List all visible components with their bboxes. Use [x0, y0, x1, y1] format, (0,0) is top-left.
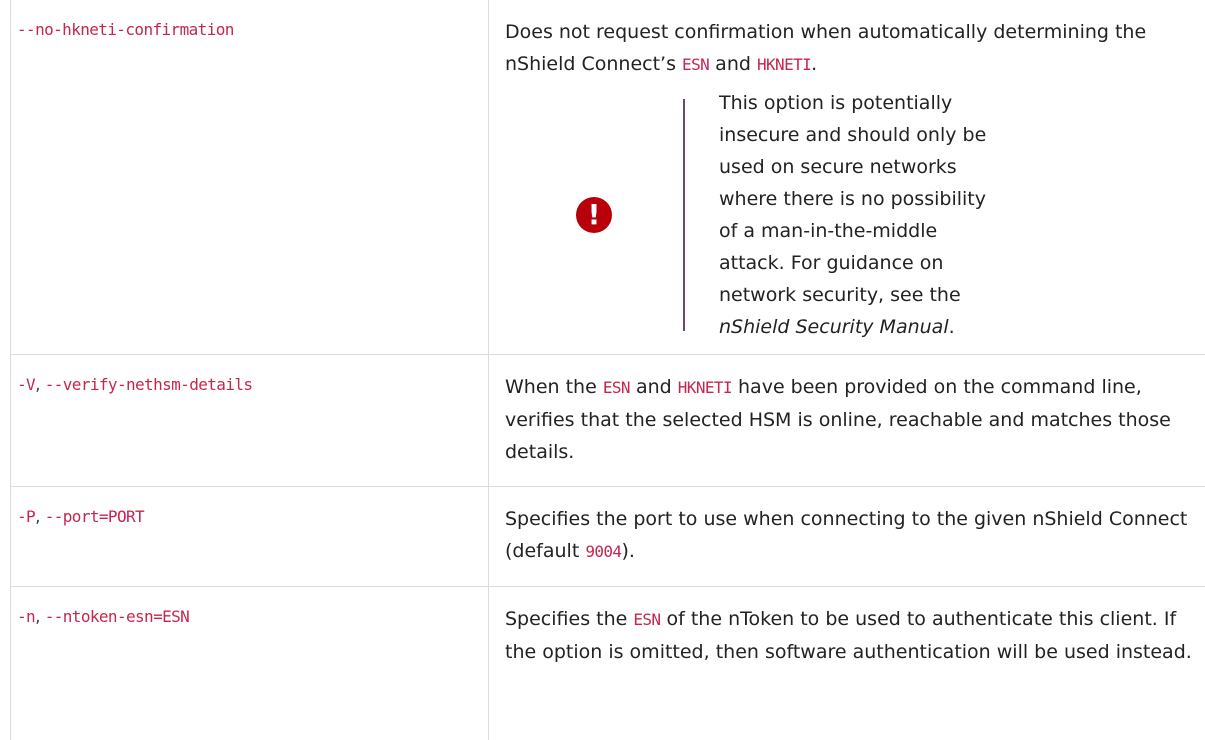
- description-cell: Does not request confirmation when autom…: [488, 0, 1205, 355]
- description-text: When the ESN and HKNETI have been provid…: [505, 375, 1171, 463]
- security-manual-reference: nShield Security Manual: [719, 316, 949, 338]
- table-row: -V, --verify-nethsm-details When the ESN…: [10, 353, 1205, 487]
- table-row: --no-hkneti-confirmation Does not reques…: [10, 0, 1205, 355]
- description-cell: When the ESN and HKNETI have been provid…: [488, 353, 1205, 487]
- option-name: -P, --port=PORT: [17, 506, 145, 527]
- options-table: --no-hkneti-confirmation Does not reques…: [10, 0, 1205, 740]
- warning-text: This option is potentially insecure and …: [719, 92, 987, 338]
- exclamation-icon: !: [576, 197, 612, 233]
- description-text: Specifies the port to use when connectin…: [505, 507, 1188, 562]
- warning-admonition: ! This option is potentially insecure an…: [505, 92, 1198, 338]
- table-row: -n, --ntoken-esn=ESN Specifies the ESN o…: [10, 585, 1205, 740]
- option-name: --no-hkneti-confirmation: [17, 20, 234, 39]
- table-row: -P, --port=PORT Specifies the port to us…: [10, 485, 1205, 587]
- option-cell: --no-hkneti-confirmation: [10, 0, 489, 355]
- description-cell: Specifies the port to use when connectin…: [488, 485, 1205, 587]
- description-text: Specifies the ESN of the nToken to be us…: [505, 607, 1192, 663]
- option-name: -n, --ntoken-esn=ESN: [17, 606, 190, 627]
- option-cell: -V, --verify-nethsm-details: [10, 353, 489, 487]
- description-cell: Specifies the ESN of the nToken to be us…: [488, 585, 1205, 740]
- description-text: Does not request confirmation when autom…: [505, 21, 1147, 75]
- option-cell: -P, --port=PORT: [10, 485, 489, 587]
- option-cell: -n, --ntoken-esn=ESN: [10, 585, 489, 740]
- option-name: -V, --verify-nethsm-details: [17, 374, 253, 395]
